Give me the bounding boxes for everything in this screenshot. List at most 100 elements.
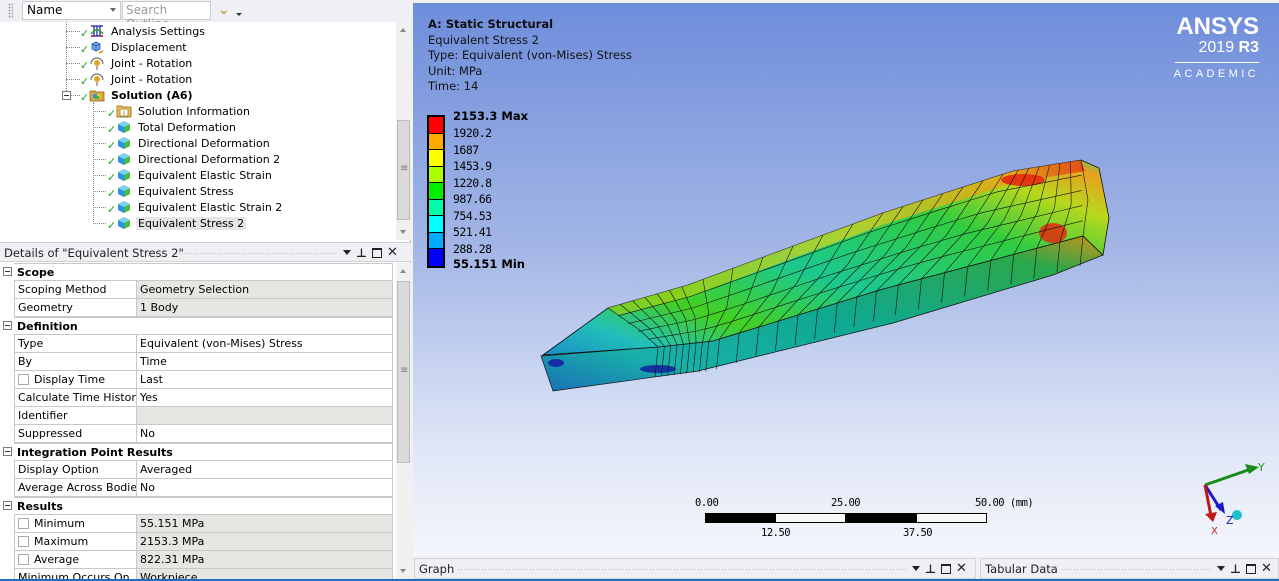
- legend-swatch: [429, 133, 443, 150]
- scale-segment: [705, 513, 776, 523]
- tree-item-equivalent-elastic-strain[interactable]: ✓ Equivalent Elastic Strain: [107, 167, 274, 185]
- property-row[interactable]: Scoping Method Geometry Selection: [0, 281, 393, 299]
- property-row[interactable]: Average 822.31 MPa: [0, 551, 393, 569]
- panel-menu-icon[interactable]: [912, 566, 920, 571]
- collapse-toggle[interactable]: [3, 501, 12, 510]
- collapse-toggle[interactable]: [3, 267, 12, 276]
- panel-grip[interactable]: [1061, 568, 1211, 571]
- property-value[interactable]: No: [137, 479, 393, 497]
- maximize-icon[interactable]: [940, 563, 951, 574]
- tree-item-equivalent-elastic-strain-2[interactable]: ✓ Equivalent Elastic Strain 2: [107, 199, 284, 217]
- toolbar-grip[interactable]: [8, 3, 13, 19]
- tree-item-label: Joint - Rotation: [111, 56, 193, 70]
- tree-connector: [66, 47, 80, 48]
- parameter-checkbox[interactable]: [18, 374, 29, 385]
- mechanical-window: Name Search Outline ⌄: [0, 0, 1279, 581]
- tree-item-solution-information[interactable]: ✓ i Solution Information: [107, 103, 252, 121]
- property-row[interactable]: Calculate Time History Yes: [0, 389, 393, 407]
- tree-item-equivalent-stress-2[interactable]: ✓ Equivalent Stress 2: [107, 215, 247, 232]
- tree-item-analysis-settings[interactable]: ✓ Analysis Settings: [80, 23, 207, 41]
- scroll-thumb[interactable]: [397, 281, 410, 463]
- property-row[interactable]: Suppressed No: [0, 425, 393, 443]
- scroll-up-icon[interactable]: [400, 269, 406, 273]
- close-icon[interactable]: ✕: [1261, 561, 1272, 576]
- result-icon: [116, 136, 132, 150]
- scroll-down-icon[interactable]: [400, 569, 406, 573]
- property-row[interactable]: Type Equivalent (von-Mises) Stress: [0, 335, 393, 353]
- scroll-up-icon[interactable]: [400, 28, 406, 32]
- panel-grip[interactable]: [457, 568, 907, 571]
- property-row[interactable]: Minimum 55.151 MPa: [0, 515, 393, 533]
- category-definition[interactable]: Definition: [0, 317, 393, 335]
- tree-item-label: Solution Information: [138, 104, 250, 118]
- property-value[interactable]: [137, 407, 393, 425]
- category-scope[interactable]: Scope: [0, 263, 393, 281]
- property-row[interactable]: Display Time Last: [0, 371, 393, 389]
- tree-item-total-deformation[interactable]: ✓ Total Deformation: [107, 119, 238, 137]
- outline-filter-value: Name: [27, 3, 63, 17]
- tree-item-directional-deformation[interactable]: ✓ Directional Deformation: [107, 135, 272, 153]
- outline-filter-select[interactable]: Name: [22, 1, 121, 20]
- close-icon[interactable]: ✕: [387, 245, 398, 260]
- legend-color-bar: [427, 115, 445, 268]
- property-row[interactable]: By Time: [0, 353, 393, 371]
- property-key: By: [14, 353, 137, 371]
- tree-item-joint-rotation[interactable]: ✓ Joint - Rotation: [80, 55, 194, 73]
- pin-icon[interactable]: ⊥: [356, 246, 367, 260]
- details-scrollbar[interactable]: [396, 263, 411, 579]
- graph-pane-header[interactable]: Graph ⊥ ✕: [414, 558, 976, 579]
- category-integration-point-results[interactable]: Integration Point Results: [0, 443, 393, 461]
- legend-level-label: 1220.8: [453, 175, 492, 190]
- property-value[interactable]: 1 Body: [137, 299, 393, 317]
- chevron-down-icon: ⌄: [218, 2, 230, 18]
- tree-item-displacement[interactable]: ✓ Displacement: [80, 39, 189, 57]
- search-outline-input[interactable]: Search Outline: [122, 1, 211, 31]
- property-row[interactable]: Display Option Averaged: [0, 461, 393, 479]
- panel-menu-icon[interactable]: [1217, 566, 1225, 571]
- close-icon[interactable]: ✕: [956, 561, 967, 576]
- property-value[interactable]: Yes: [137, 389, 393, 407]
- parameter-checkbox[interactable]: [18, 554, 29, 565]
- collapse-toggle[interactable]: [3, 447, 12, 456]
- pin-icon[interactable]: ⊥: [925, 562, 936, 576]
- scale-segment: [775, 513, 846, 523]
- collapse-toggle[interactable]: [3, 321, 12, 330]
- graphics-viewport[interactable]: A: Static Structural Equivalent Stress 2…: [413, 0, 1279, 556]
- pin-icon[interactable]: ⊥: [1230, 562, 1241, 576]
- coordinate-triad[interactable]: Y Z X: [1193, 458, 1273, 538]
- tabular-data-pane-header[interactable]: Tabular Data ⊥ ✕: [980, 558, 1279, 579]
- property-value[interactable]: Geometry Selection: [137, 281, 393, 299]
- result-name: Equivalent Stress 2: [428, 32, 539, 47]
- property-value[interactable]: Equivalent (von-Mises) Stress: [137, 335, 393, 353]
- parameter-checkbox[interactable]: [18, 536, 29, 547]
- panel-grip[interactable]: [172, 252, 336, 255]
- ansys-logo: ANSYS 2019 R3 ACADEMIC: [1169, 15, 1259, 80]
- scroll-thumb[interactable]: [397, 120, 410, 220]
- expand-filter-button[interactable]: ⌄: [214, 2, 244, 20]
- property-row[interactable]: Geometry 1 Body: [0, 299, 393, 317]
- panel-controls: ⊥ ✕: [343, 245, 398, 260]
- tree-item-solution[interactable]: ✓ Solution (A6): [80, 87, 195, 105]
- property-value[interactable]: Averaged: [137, 461, 393, 479]
- property-value[interactable]: Time: [137, 353, 393, 371]
- scroll-down-icon[interactable]: [400, 230, 406, 234]
- property-value[interactable]: No: [137, 425, 393, 443]
- collapse-solution-toggle[interactable]: [62, 91, 71, 100]
- property-row[interactable]: Average Across Bodies No: [0, 479, 393, 497]
- category-results[interactable]: Results: [0, 497, 393, 515]
- legend-max-label: 2153.3 Max: [453, 109, 529, 123]
- maximize-icon[interactable]: [1245, 563, 1256, 574]
- parameter-checkbox[interactable]: [18, 518, 29, 529]
- tree-item-label: Analysis Settings: [111, 24, 205, 38]
- property-row[interactable]: Maximum 2153.3 MPa: [0, 533, 393, 551]
- property-key-label: Maximum: [34, 535, 89, 548]
- tree-item-directional-deformation-2[interactable]: ✓ Directional Deformation 2: [107, 151, 282, 169]
- property-value[interactable]: Last: [137, 371, 393, 389]
- tree-item-equivalent-stress[interactable]: ✓ Equivalent Stress: [107, 183, 236, 201]
- property-row[interactable]: Identifier: [0, 407, 393, 425]
- tree-item-joint-rotation[interactable]: ✓ Joint - Rotation: [80, 71, 194, 89]
- maximize-icon[interactable]: [371, 247, 382, 258]
- outline-scrollbar[interactable]: [396, 22, 411, 240]
- panel-menu-icon[interactable]: [343, 250, 351, 255]
- graph-pane-title: Graph: [419, 562, 455, 576]
